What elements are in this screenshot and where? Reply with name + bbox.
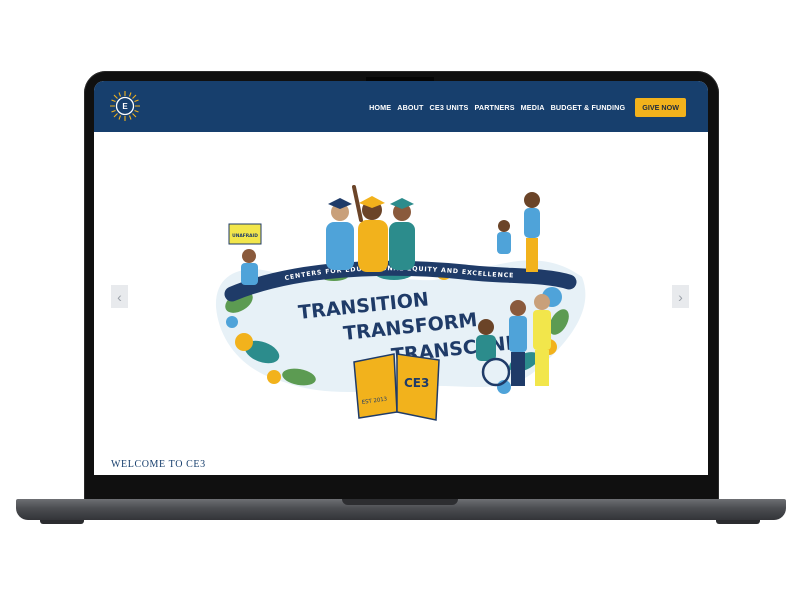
nav-item-budget-funding[interactable]: BUDGET & FUNDING [551, 103, 626, 112]
welcome-heading: WELCOME TO CE3 [111, 459, 206, 470]
laptop-opening-notch [342, 499, 458, 505]
nav-item-about[interactable]: ABOUT [397, 103, 423, 112]
hero-illustration: CENTERS FOR EDUCATIONAL EQUITY AND EXCEL… [215, 185, 586, 421]
nav-item-ce3-units[interactable]: CE3 UNITS [430, 103, 469, 112]
parent-and-child [497, 192, 540, 272]
book-label: CE3 [404, 376, 429, 390]
graduates-group [326, 185, 415, 272]
website-screen: E HOME ABOUT CE3 UNITS PARTNERS MEDIA BU… [94, 81, 708, 475]
chevron-left-icon: ‹ [117, 288, 122, 305]
nav-item-partners[interactable]: PARTNERS [474, 103, 514, 112]
carousel-next-button[interactable]: › [672, 285, 689, 308]
carousel-prev-button[interactable]: ‹ [111, 285, 128, 308]
top-navigation: E HOME ABOUT CE3 UNITS PARTNERS MEDIA BU… [94, 81, 708, 132]
nav-item-home[interactable]: HOME [369, 103, 391, 112]
laptop-foot-right [716, 520, 760, 524]
give-now-button[interactable]: GIVE NOW [635, 98, 686, 117]
chevron-right-icon: › [678, 288, 683, 305]
ce3-logo-icon[interactable]: E [109, 90, 141, 122]
sign-label: UNAFRAID [232, 233, 258, 239]
nav-links: HOME ABOUT CE3 UNITS PARTNERS MEDIA BUDG… [363, 98, 686, 117]
svg-text:E: E [122, 102, 128, 111]
book-icon: CE3 EST 2013 [353, 353, 440, 421]
hero-carousel: ‹ › CENTERS FOR EDU N QUITY AND EXCELLEN… [94, 132, 708, 475]
laptop-foot-left [40, 520, 84, 524]
laptop-mockup: E HOME ABOUT CE3 UNITS PARTNERS MEDIA BU… [0, 0, 800, 600]
nav-item-media[interactable]: MEDIA [521, 103, 545, 112]
